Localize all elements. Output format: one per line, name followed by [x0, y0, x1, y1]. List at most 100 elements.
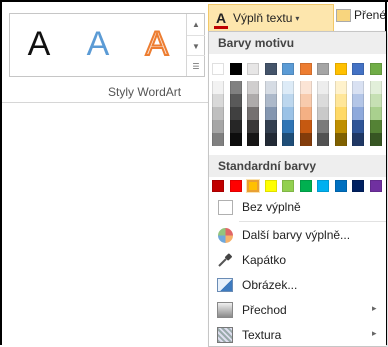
- color-wheel-icon: [217, 227, 233, 243]
- theme-shade-swatch[interactable]: [282, 81, 294, 94]
- theme-shade-swatch[interactable]: [300, 94, 312, 107]
- theme-shade-swatch[interactable]: [265, 81, 277, 94]
- theme-shade-swatch[interactable]: [317, 94, 329, 107]
- theme-color-swatch[interactable]: [247, 63, 259, 75]
- theme-shade-swatch[interactable]: [230, 94, 242, 107]
- theme-shade-swatch[interactable]: [370, 120, 382, 133]
- standard-color-swatch[interactable]: [212, 180, 224, 192]
- theme-shade-swatch[interactable]: [335, 120, 347, 133]
- theme-shade-swatch[interactable]: [247, 94, 259, 107]
- theme-shade-swatch[interactable]: [212, 107, 224, 120]
- theme-shade-swatch[interactable]: [212, 81, 224, 94]
- theme-shade-swatch[interactable]: [317, 81, 329, 94]
- theme-shade-swatch[interactable]: [247, 107, 259, 120]
- theme-shade-swatch[interactable]: [370, 107, 382, 120]
- theme-shade-swatch[interactable]: [265, 133, 277, 146]
- theme-color-swatch[interactable]: [370, 63, 382, 75]
- eyedropper-item[interactable]: Kapátko: [209, 248, 386, 272]
- gallery-scroll-up-icon[interactable]: ▲: [187, 14, 205, 34]
- theme-shade-swatch[interactable]: [300, 133, 312, 146]
- theme-shade-swatch[interactable]: [317, 120, 329, 133]
- theme-shade-swatch[interactable]: [282, 94, 294, 107]
- theme-shade-swatch[interactable]: [300, 120, 312, 133]
- theme-shade-swatch[interactable]: [317, 133, 329, 146]
- submenu-arrow-icon: ▸: [372, 328, 377, 338]
- theme-shade-swatch[interactable]: [212, 133, 224, 146]
- theme-shade-swatch[interactable]: [282, 133, 294, 146]
- theme-shade-swatch[interactable]: [265, 107, 277, 120]
- theme-shade-swatch[interactable]: [230, 81, 242, 94]
- texture-item[interactable]: Textura ▸: [209, 323, 386, 347]
- more-fill-colors-item[interactable]: Další barvy výplně...: [209, 223, 386, 247]
- theme-shade-swatch[interactable]: [352, 81, 364, 94]
- theme-shades-grid: [212, 81, 386, 149]
- standard-color-swatch[interactable]: [282, 180, 294, 192]
- texture-icon: [217, 327, 233, 343]
- wordart-gallery: A A A ▲ ▼ ☰: [9, 13, 205, 77]
- standard-colors-header: Standardní barvy: [209, 155, 386, 177]
- theme-shade-swatch[interactable]: [335, 81, 347, 94]
- theme-color-swatch[interactable]: [282, 63, 294, 75]
- standard-color-swatch[interactable]: [300, 180, 312, 192]
- standard-color-swatch[interactable]: [230, 180, 242, 192]
- theme-color-swatch[interactable]: [265, 63, 277, 75]
- theme-shade-swatch[interactable]: [282, 107, 294, 120]
- standard-color-swatch[interactable]: [246, 179, 260, 193]
- theme-shade-column: [352, 81, 364, 149]
- ribbon-divider: [2, 102, 208, 103]
- picture-item[interactable]: Obrázek...: [209, 273, 386, 297]
- theme-shade-swatch[interactable]: [230, 133, 242, 146]
- theme-shade-swatch[interactable]: [352, 133, 364, 146]
- theme-shade-swatch[interactable]: [370, 81, 382, 94]
- theme-shade-swatch[interactable]: [282, 120, 294, 133]
- theme-shade-swatch[interactable]: [247, 120, 259, 133]
- theme-color-swatch[interactable]: [212, 63, 224, 75]
- theme-color-swatch[interactable]: [230, 63, 242, 75]
- theme-shade-swatch[interactable]: [352, 94, 364, 107]
- theme-shade-swatch[interactable]: [265, 94, 277, 107]
- theme-color-swatch[interactable]: [317, 63, 329, 75]
- theme-shade-swatch[interactable]: [300, 107, 312, 120]
- theme-shade-swatch[interactable]: [352, 120, 364, 133]
- texture-label: Textura: [242, 328, 282, 342]
- theme-shade-swatch[interactable]: [265, 120, 277, 133]
- text-fill-label: Výplň textu: [233, 11, 293, 25]
- standard-color-swatch[interactable]: [352, 180, 364, 192]
- theme-shade-swatch[interactable]: [370, 133, 382, 146]
- text-fill-button[interactable]: A Výplň textu ▾: [208, 4, 334, 32]
- standard-color-swatch[interactable]: [335, 180, 347, 192]
- theme-shade-swatch[interactable]: [335, 107, 347, 120]
- theme-shade-swatch[interactable]: [335, 94, 347, 107]
- standard-color-swatch[interactable]: [317, 180, 329, 192]
- no-fill-item[interactable]: Bez výplně: [209, 195, 386, 219]
- theme-colors-row: [212, 63, 386, 75]
- text-outline-button[interactable]: Přené: [336, 8, 386, 22]
- theme-shade-swatch[interactable]: [370, 94, 382, 107]
- theme-shade-swatch[interactable]: [317, 107, 329, 120]
- gradient-item[interactable]: Přechod ▸: [209, 298, 386, 322]
- theme-shade-column: [230, 81, 242, 149]
- standard-color-swatch[interactable]: [370, 180, 382, 192]
- theme-shade-swatch[interactable]: [230, 107, 242, 120]
- theme-shade-swatch[interactable]: [212, 94, 224, 107]
- theme-color-swatch[interactable]: [352, 63, 364, 75]
- text-fill-menu: Barvy motivu Standardní barvy Bez výplně…: [208, 31, 386, 347]
- text-fill-icon: A: [212, 10, 230, 29]
- theme-color-swatch[interactable]: [300, 63, 312, 75]
- theme-shade-swatch[interactable]: [335, 133, 347, 146]
- no-fill-icon: [217, 199, 233, 215]
- wordart-style-orange-outline[interactable]: A: [128, 18, 186, 70]
- gallery-more-icon[interactable]: ☰: [187, 55, 205, 76]
- wordart-style-black[interactable]: A: [10, 18, 68, 70]
- gallery-scroll-down-icon[interactable]: ▼: [187, 35, 205, 56]
- theme-color-swatch[interactable]: [335, 63, 347, 75]
- wordart-style-blue[interactable]: A: [69, 18, 127, 70]
- theme-shade-swatch[interactable]: [212, 120, 224, 133]
- theme-shade-swatch[interactable]: [230, 120, 242, 133]
- theme-shade-swatch[interactable]: [300, 81, 312, 94]
- no-fill-label: Bez výplně: [242, 200, 301, 214]
- theme-shade-swatch[interactable]: [247, 81, 259, 94]
- theme-shade-swatch[interactable]: [352, 107, 364, 120]
- standard-color-swatch[interactable]: [265, 180, 277, 192]
- theme-shade-swatch[interactable]: [247, 133, 259, 146]
